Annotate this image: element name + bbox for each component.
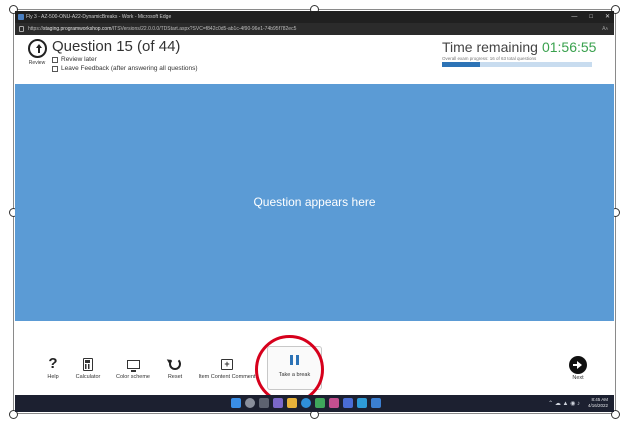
item-content-comment-button[interactable]: + Item Content Comment <box>195 356 259 392</box>
reset-label: Reset <box>167 374 183 380</box>
calculator-icon <box>83 357 93 371</box>
time-remaining-label: Time remaining <box>442 39 538 55</box>
window-controls: — □ ✕ <box>571 11 610 23</box>
help-icon: ? <box>48 355 58 372</box>
review-button[interactable]: Review <box>23 39 51 75</box>
close-button[interactable]: ✕ <box>605 11 610 23</box>
next-button[interactable]: Next <box>566 356 590 393</box>
system-tray[interactable]: ⌃ ☁ ▲ ◉ ♪ <box>548 400 580 408</box>
app-icon[interactable] <box>371 398 381 408</box>
review-later-checkbox[interactable] <box>52 56 58 63</box>
question-placeholder: Question appears here <box>253 194 376 209</box>
review-label: Review <box>28 60 46 66</box>
photos-icon[interactable] <box>329 398 339 408</box>
next-label: Next <box>572 375 584 381</box>
help-label: Help <box>47 374 59 380</box>
screenshot-stage: Fly 3 - AZ-500-ONU-A22-DynamicBreaks - W… <box>0 0 624 424</box>
review-later-checkbox-row[interactable]: Review later <box>52 56 97 63</box>
lock-icon[interactable] <box>19 26 24 32</box>
taskbar-icons <box>231 398 381 408</box>
reset-icon <box>169 358 181 370</box>
window-title: Fly 3 - AZ-500-ONU-A22-DynamicBreaks - W… <box>26 14 172 20</box>
task-view-icon[interactable] <box>259 398 269 408</box>
item-content-comment-label: Item Content Comment <box>198 374 256 380</box>
url-text[interactable]: https://staging.programworkshop.com/ITSV… <box>28 23 296 35</box>
teams-icon[interactable] <box>343 398 353 408</box>
exam-progress-text: Overall exam progress: 16 of 63 total qu… <box>442 56 537 61</box>
exam-progress-bar <box>442 62 592 67</box>
windows-taskbar: ⌃ ☁ ▲ ◉ ♪ 8:45 AM 4/16/2022 <box>15 395 614 412</box>
system-tray-icons: ⌃ ☁ ▲ ◉ ♪ <box>548 401 580 407</box>
help-button[interactable]: ? Help <box>42 356 64 392</box>
take-a-break-button[interactable]: Take a break <box>267 346 322 390</box>
edge-browser-icon[interactable] <box>301 398 311 408</box>
calculator-button[interactable]: Calculator <box>72 356 104 392</box>
url-scheme: https:// <box>28 26 44 32</box>
question-area: Question appears here <box>15 84 614 321</box>
store-icon[interactable] <box>315 398 325 408</box>
maximize-button[interactable]: □ <box>589 11 593 23</box>
mail-icon[interactable] <box>357 398 367 408</box>
browser-window: Fly 3 - AZ-500-ONU-A22-DynamicBreaks - W… <box>15 11 614 412</box>
browser-titlebar: Fly 3 - AZ-500-ONU-A22-DynamicBreaks - W… <box>15 11 614 23</box>
minimize-button[interactable]: — <box>571 11 577 23</box>
color-scheme-button[interactable]: Color scheme <box>111 356 155 392</box>
review-icon <box>27 39 47 58</box>
arrow-right-icon <box>569 356 587 374</box>
leave-feedback-checkbox[interactable] <box>52 65 58 72</box>
question-title: Question 15 (of 44) <box>52 38 181 55</box>
browser-app-icon <box>18 14 24 20</box>
calculator-label: Calculator <box>75 374 101 380</box>
reset-button[interactable]: Reset <box>163 356 187 392</box>
address-bar[interactable]: https://staging.programworkshop.com/ITSV… <box>15 23 614 35</box>
monitor-icon <box>126 359 140 372</box>
color-scheme-label: Color scheme <box>116 374 150 380</box>
time-remaining-value: 01:56:55 <box>541 39 597 55</box>
time-remaining-panel: Time remaining 01:56:55 Overall exam prog… <box>442 39 596 67</box>
taskbar-clock[interactable]: 8:45 AM 4/16/2022 <box>588 397 608 409</box>
review-later-label: Review later <box>61 56 97 63</box>
start-icon[interactable] <box>231 398 241 408</box>
comment-add-icon: + <box>221 358 233 370</box>
url-path: /ITSVersions/22.0.0.0/TDStart.aspx?SVC=f… <box>111 26 297 32</box>
file-explorer-icon[interactable] <box>287 398 297 408</box>
exam-toolbar: ? Help Calculator Color scheme Reset + I… <box>15 321 614 404</box>
read-aloud-icon[interactable]: Aᴀ <box>602 23 608 35</box>
exam-progress-fill <box>442 62 481 67</box>
search-icon[interactable] <box>245 398 255 408</box>
leave-feedback-checkbox-row[interactable]: Leave Feedback (after answering all ques… <box>52 65 198 72</box>
take-a-break-label: Take a break <box>278 372 311 378</box>
exam-header: Review Question 15 (of 44) Review later … <box>15 35 614 84</box>
pause-icon <box>290 355 299 365</box>
url-host: staging.programworkshop.com <box>43 26 112 32</box>
clock-date: 4/16/2022 <box>587 403 608 408</box>
time-remaining: Time remaining 01:56:55 <box>442 39 596 55</box>
widgets-icon[interactable] <box>273 398 283 408</box>
leave-feedback-label: Leave Feedback (after answering all ques… <box>61 65 198 72</box>
